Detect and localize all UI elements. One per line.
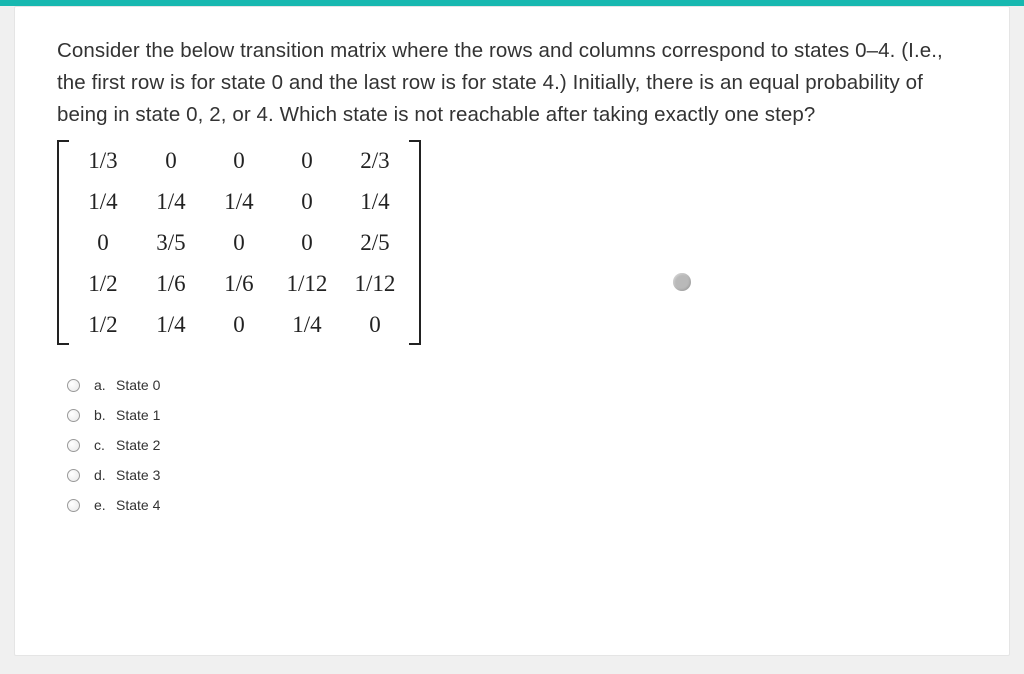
matrix-cell: 1/6 [205,271,273,297]
matrix-cell: 0 [69,230,137,256]
option-label: State 4 [116,497,160,513]
option-letter: d. [94,467,116,483]
option-b[interactable]: b. State 1 [67,407,967,423]
matrix-row: 1/2 1/6 1/6 1/12 1/12 [69,263,409,304]
matrix-cell: 2/5 [341,230,409,256]
matrix-cell: 2/3 [341,148,409,174]
matrix-cell: 1/12 [273,271,341,297]
matrix-cell: 1/4 [69,189,137,215]
matrix-cell: 3/5 [137,230,205,256]
transition-matrix: 1/3 0 0 0 2/3 1/4 1/4 1/4 0 1/4 0 3/5 0 [57,140,967,345]
matrix-cell: 0 [205,230,273,256]
matrix-cell: 0 [137,148,205,174]
option-letter: b. [94,407,116,423]
matrix-left-bracket [57,140,69,345]
matrix-cell: 1/2 [69,271,137,297]
matrix-cell: 0 [273,230,341,256]
option-d[interactable]: d. State 3 [67,467,967,483]
matrix-body: 1/3 0 0 0 2/3 1/4 1/4 1/4 0 1/4 0 3/5 0 [69,140,409,345]
matrix-cell: 0 [273,148,341,174]
option-letter: c. [94,437,116,453]
option-d-radio[interactable] [67,469,80,482]
matrix-row: 1/2 1/4 0 1/4 0 [69,304,409,345]
matrix-cell: 1/6 [137,271,205,297]
option-label: State 1 [116,407,160,423]
matrix-cell: 1/2 [69,312,137,338]
option-label: State 0 [116,377,160,393]
answer-options: a. State 0 b. State 1 c. State 2 d. Stat… [57,377,967,513]
option-letter: a. [94,377,116,393]
matrix-cell: 1/4 [341,189,409,215]
matrix-cell: 0 [205,312,273,338]
matrix-cell: 1/12 [341,271,409,297]
option-b-radio[interactable] [67,409,80,422]
option-a[interactable]: a. State 0 [67,377,967,393]
matrix-cell: 1/4 [205,189,273,215]
option-letter: e. [94,497,116,513]
matrix-cell: 1/4 [137,189,205,215]
matrix-cell: 1/3 [69,148,137,174]
matrix-cell: 1/4 [137,312,205,338]
option-e[interactable]: e. State 4 [67,497,967,513]
option-c[interactable]: c. State 2 [67,437,967,453]
option-label: State 3 [116,467,160,483]
matrix-cell: 0 [205,148,273,174]
option-label: State 2 [116,437,160,453]
matrix-row: 1/3 0 0 0 2/3 [69,140,409,181]
matrix-right-bracket [409,140,421,345]
option-a-radio[interactable] [67,379,80,392]
question-text: Consider the below transition matrix whe… [57,35,967,130]
matrix-row: 1/4 1/4 1/4 0 1/4 [69,181,409,222]
flag-dot-icon[interactable] [673,273,691,291]
matrix-cell: 1/4 [273,312,341,338]
option-c-radio[interactable] [67,439,80,452]
matrix-row: 0 3/5 0 0 2/5 [69,222,409,263]
question-card: Consider the below transition matrix whe… [14,6,1010,656]
matrix-cell: 0 [341,312,409,338]
matrix-cell: 0 [273,189,341,215]
option-e-radio[interactable] [67,499,80,512]
